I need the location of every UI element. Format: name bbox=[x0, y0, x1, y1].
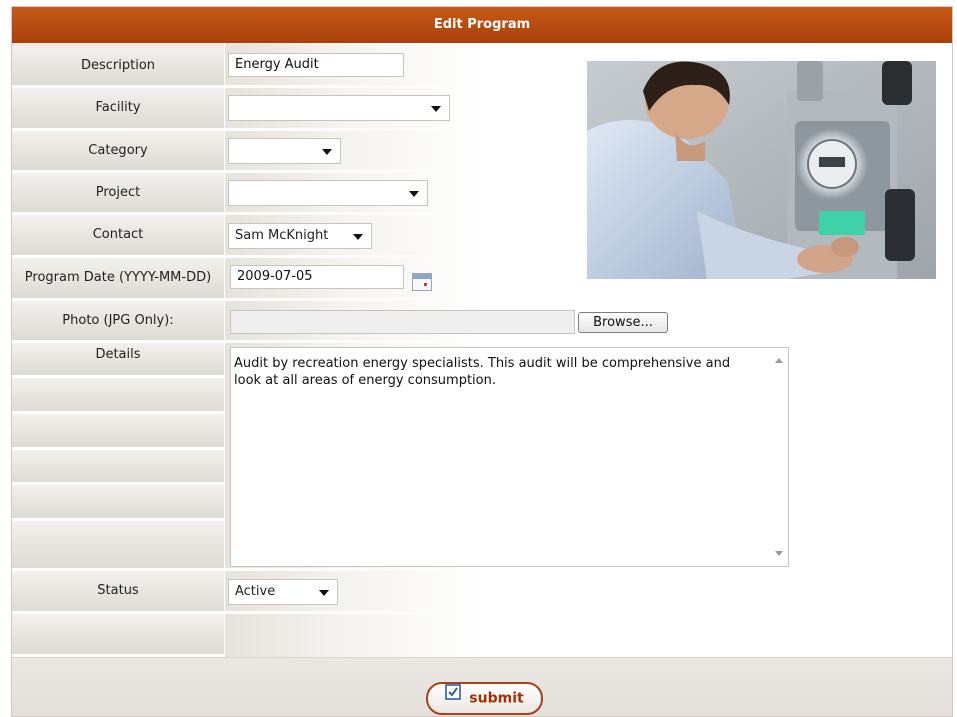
details-textarea[interactable]: Audit by recreation energy specialists. … bbox=[230, 347, 789, 567]
calendar-icon-mark bbox=[424, 283, 427, 286]
row-divider bbox=[224, 568, 484, 571]
chevron-down-icon bbox=[353, 234, 363, 240]
row-divider bbox=[224, 170, 484, 173]
details-label: Details bbox=[12, 343, 224, 378]
photo-file-path-field[interactable] bbox=[230, 310, 575, 334]
row-divider bbox=[224, 85, 484, 88]
details-spacer bbox=[12, 521, 224, 571]
program-date-label: Program Date (YYYY-MM-DD) bbox=[12, 258, 224, 301]
browse-button[interactable]: Browse... bbox=[578, 312, 668, 333]
row-divider bbox=[224, 340, 484, 343]
panel-title: Edit Program bbox=[12, 7, 952, 43]
details-text: Audit by recreation energy specialists. … bbox=[234, 356, 731, 388]
row-divider bbox=[224, 128, 484, 131]
contact-select[interactable]: Sam McKnight bbox=[228, 223, 372, 249]
chevron-down-icon bbox=[409, 191, 419, 197]
chevron-down-icon bbox=[431, 106, 441, 112]
checkbox-icon bbox=[445, 682, 462, 711]
program-photo-illustration bbox=[587, 61, 936, 279]
chevron-down-icon bbox=[319, 590, 329, 596]
edit-program-panel: Edit Program Description Facility Catego… bbox=[11, 6, 953, 717]
details-spacer bbox=[12, 378, 224, 414]
details-spacer bbox=[12, 450, 224, 485]
empty-row bbox=[12, 614, 224, 657]
details-scrollbar[interactable] bbox=[770, 348, 788, 566]
row-divider bbox=[224, 298, 484, 301]
project-label: Project bbox=[12, 173, 224, 215]
project-select[interactable] bbox=[228, 180, 428, 206]
photo-label: Photo (JPG Only): bbox=[12, 301, 224, 343]
description-label: Description bbox=[12, 46, 224, 88]
chevron-down-icon bbox=[322, 149, 332, 155]
submit-button[interactable]: submit bbox=[426, 682, 543, 715]
submit-label: submit bbox=[469, 690, 524, 707]
contact-label: Contact bbox=[12, 215, 224, 258]
row-divider bbox=[224, 255, 484, 258]
status-select-value: Active bbox=[235, 584, 276, 599]
status-select[interactable]: Active bbox=[228, 579, 338, 605]
row-divider bbox=[224, 212, 484, 215]
facility-label: Facility bbox=[12, 88, 224, 131]
calendar-icon-header bbox=[413, 274, 431, 279]
scroll-up-icon[interactable] bbox=[775, 358, 783, 363]
program-photo bbox=[587, 61, 936, 279]
scroll-down-icon[interactable] bbox=[775, 551, 783, 556]
calendar-icon[interactable] bbox=[412, 273, 432, 291]
contact-select-value: Sam McKnight bbox=[235, 228, 329, 243]
column-divider bbox=[224, 43, 225, 657]
row-divider bbox=[224, 611, 484, 614]
description-input[interactable]: Energy Audit bbox=[228, 53, 404, 77]
status-label: Status bbox=[12, 571, 224, 614]
category-label: Category bbox=[12, 131, 224, 173]
category-select[interactable] bbox=[228, 138, 341, 164]
program-date-input[interactable]: 2009-07-05 bbox=[230, 265, 404, 289]
details-spacer bbox=[12, 414, 224, 450]
facility-select[interactable] bbox=[228, 95, 450, 121]
details-spacer bbox=[12, 485, 224, 521]
